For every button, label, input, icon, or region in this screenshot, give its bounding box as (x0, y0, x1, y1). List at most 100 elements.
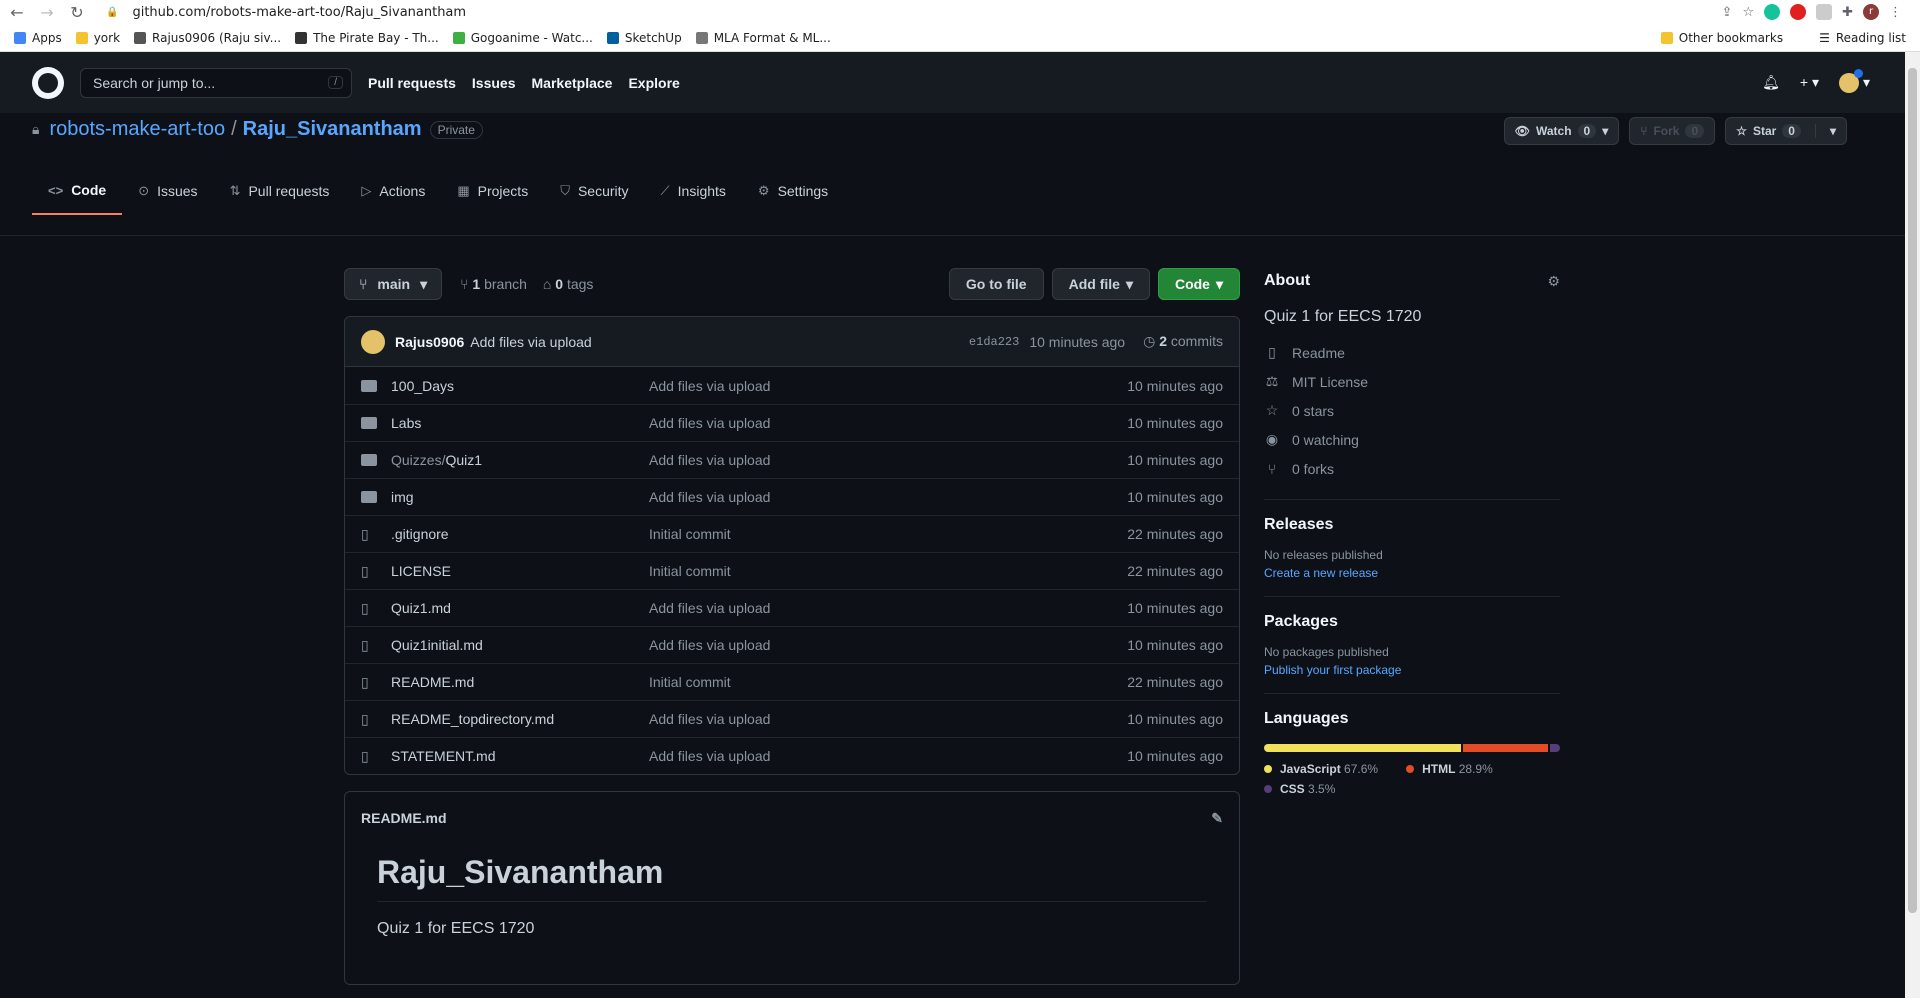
commit-author[interactable]: Rajus0906 (395, 334, 464, 350)
adblock-extension-icon[interactable] (1790, 4, 1807, 20)
tab-projects[interactable]: ▦ Projects (441, 167, 544, 215)
forward-icon[interactable]: → (34, 3, 60, 22)
file-commit-message[interactable]: Initial commit (649, 674, 731, 690)
file-commit-message[interactable]: Add files via upload (649, 600, 770, 616)
about-item[interactable]: ◉ 0 watching (1264, 425, 1560, 454)
tab-issues[interactable]: ⊙ Issues (122, 167, 213, 215)
create-release-link[interactable]: Create a new release (1264, 566, 1560, 580)
tags-link[interactable]: ⌂ 0 tags (543, 276, 594, 292)
file-name[interactable]: Quiz1initial.md (391, 637, 649, 653)
bookmark-item[interactable]: MLA Format & ML... (695, 31, 831, 45)
bookmark-item[interactable]: SketchUp (606, 31, 682, 45)
table-row[interactable]: ▯ README.md Initial commit 22 minutes ago (345, 663, 1239, 700)
about-item[interactable]: ⑂ 0 forks (1264, 454, 1560, 483)
pencil-icon[interactable]: ✎ (1211, 810, 1223, 827)
table-row[interactable]: Labs Add files via upload 10 minutes ago (345, 404, 1239, 441)
commit-sha[interactable]: e1da223 (969, 335, 1019, 349)
bell-icon[interactable]: 🔔︎ (1762, 74, 1780, 91)
avatar[interactable] (361, 329, 385, 354)
table-row[interactable]: img Add files via upload 10 minutes ago (345, 478, 1239, 515)
file-name[interactable]: LICENSE (391, 563, 649, 579)
file-name[interactable]: Quizzes/Quiz1 (391, 452, 649, 468)
tab-security[interactable]: ⛉ Security (544, 167, 644, 215)
top-nav-item[interactable]: Pull requests (368, 75, 456, 91)
top-nav-item[interactable]: Explore (628, 75, 679, 91)
repo-owner-link[interactable]: robots-make-art-too (49, 118, 225, 141)
file-commit-message[interactable]: Add files via upload (649, 489, 770, 505)
commit-message[interactable]: Add files via upload (470, 334, 591, 350)
file-commit-message[interactable]: Add files via upload (649, 711, 770, 727)
bookmark-item[interactable]: york (75, 31, 120, 45)
file-commit-message[interactable]: Add files via upload (649, 452, 770, 468)
back-icon[interactable]: ← (4, 3, 30, 22)
bookmark-item[interactable]: Rajus0906 (Raju siv... (134, 31, 281, 45)
profile-avatar[interactable]: r (1863, 4, 1879, 20)
menu-icon[interactable]: ⋮ (1889, 5, 1902, 20)
bookmark-star-icon[interactable]: ☆ (1742, 5, 1754, 20)
star-dropdown-icon[interactable]: ▾ (1814, 124, 1836, 138)
table-row[interactable]: ▯ .gitignore Initial commit 22 minutes ago (345, 515, 1239, 552)
file-commit-message[interactable]: Initial commit (649, 563, 731, 579)
table-row[interactable]: ▯ STATEMENT.md Add files via upload 10 minu… (345, 737, 1239, 774)
file-commit-message[interactable]: Add files via upload (649, 415, 770, 431)
user-menu[interactable]: ▾ (1838, 68, 1870, 93)
file-commit-message[interactable]: Add files via upload (649, 748, 770, 764)
tab-actions[interactable]: ▷ Actions (345, 167, 441, 215)
add-file-button[interactable]: Add file ▾ (1051, 268, 1150, 300)
about-item[interactable]: ⚖ MIT License (1264, 367, 1560, 396)
table-row[interactable]: ▯ README_topdirectory.md Add files via upl… (345, 700, 1239, 737)
grammarly-extension-icon[interactable] (1764, 4, 1781, 20)
publish-package-link[interactable]: Publish your first package (1264, 663, 1560, 677)
go-to-file-button[interactable]: Go to file (948, 268, 1044, 300)
file-name[interactable]: .gitignore (391, 526, 649, 542)
bookmark-item[interactable]: Apps (14, 31, 62, 45)
file-commit-message[interactable]: Add files via upload (649, 637, 770, 653)
reading-list[interactable]: ☰ Reading list (1819, 31, 1906, 45)
about-item[interactable]: ☆ 0 stars (1264, 396, 1560, 425)
code-button[interactable]: Code ▾ (1157, 268, 1240, 300)
top-nav-item[interactable]: Issues (472, 75, 516, 91)
file-name[interactable]: Quiz1.md (391, 600, 649, 616)
file-name[interactable]: STATEMENT.md (391, 748, 649, 764)
branch-select-button[interactable]: ⑂ main ▾ (344, 268, 443, 300)
star-button[interactable]: ☆ Star 0 ▾ (1725, 117, 1847, 145)
address-bar[interactable]: 🔒 github.com/robots-make-art-too/Raju_Si… (96, 1, 1716, 23)
file-commit-message[interactable]: Initial commit (649, 526, 731, 542)
plus-dropdown-icon[interactable]: + ▾ (1800, 74, 1819, 91)
file-name[interactable]: README.md (391, 674, 649, 690)
gear-icon[interactable]: ⚙ (1547, 273, 1560, 290)
page-scrollbar[interactable] (1905, 52, 1920, 998)
table-row[interactable]: Quizzes/Quiz1 Add files via upload 10 minu… (345, 441, 1239, 478)
tab-code[interactable]: <> Code (32, 167, 123, 215)
extension-icon[interactable] (1816, 4, 1833, 20)
file-name[interactable]: README_topdirectory.md (391, 711, 649, 727)
reload-icon[interactable]: ↻ (64, 3, 90, 22)
watch-button[interactable]: 👁︎ Watch 0 ▾ (1503, 117, 1620, 145)
github-logo-icon[interactable] (32, 66, 64, 99)
file-commit-message[interactable]: Add files via upload (649, 378, 770, 394)
about-item[interactable]: ▯ Readme (1264, 338, 1560, 367)
file-name[interactable]: img (391, 489, 649, 505)
file-name[interactable]: 100_Days (391, 378, 649, 394)
repo-name-link[interactable]: Raju_Sivanantham (243, 118, 422, 141)
commits-link[interactable]: ◷ 2 commits (1143, 333, 1223, 350)
file-name[interactable]: Labs (391, 415, 649, 431)
releases-title[interactable]: Releases (1264, 516, 1560, 534)
tab-settings[interactable]: ⚙ Settings (742, 167, 844, 215)
puzzle-extensions-icon[interactable]: ✚ (1842, 5, 1853, 20)
bookmark-item[interactable]: The Pirate Bay - Th... (295, 31, 439, 45)
top-nav-item[interactable]: Marketplace (532, 75, 613, 91)
branches-link[interactable]: ⑂ 1 branch (460, 276, 527, 292)
url-text[interactable]: github.com/robots-make-art-too/Raju_Siva… (132, 5, 466, 20)
search-input[interactable]: Search or jump to... / (80, 67, 352, 98)
share-icon[interactable]: ⇪ (1722, 5, 1733, 20)
language-legend-item[interactable]: CSS 3.5% (1264, 782, 1335, 796)
language-legend-item[interactable]: HTML 28.9% (1406, 762, 1493, 776)
fork-button[interactable]: ⑂ Fork 0 (1629, 117, 1716, 145)
other-bookmarks[interactable]: Other bookmarks (1660, 31, 1783, 45)
table-row[interactable]: ▯ Quiz1initial.md Add files via upload 10 m… (345, 626, 1239, 663)
bookmark-item[interactable]: Gogoanime - Watc... (452, 31, 593, 45)
table-row[interactable]: ▯ LICENSE Initial commit 22 minutes ago (345, 552, 1239, 589)
table-row[interactable]: 100_Days Add files via upload 10 minutes a… (345, 367, 1239, 404)
tab-insights[interactable]: ⟋ Insights (645, 167, 742, 215)
